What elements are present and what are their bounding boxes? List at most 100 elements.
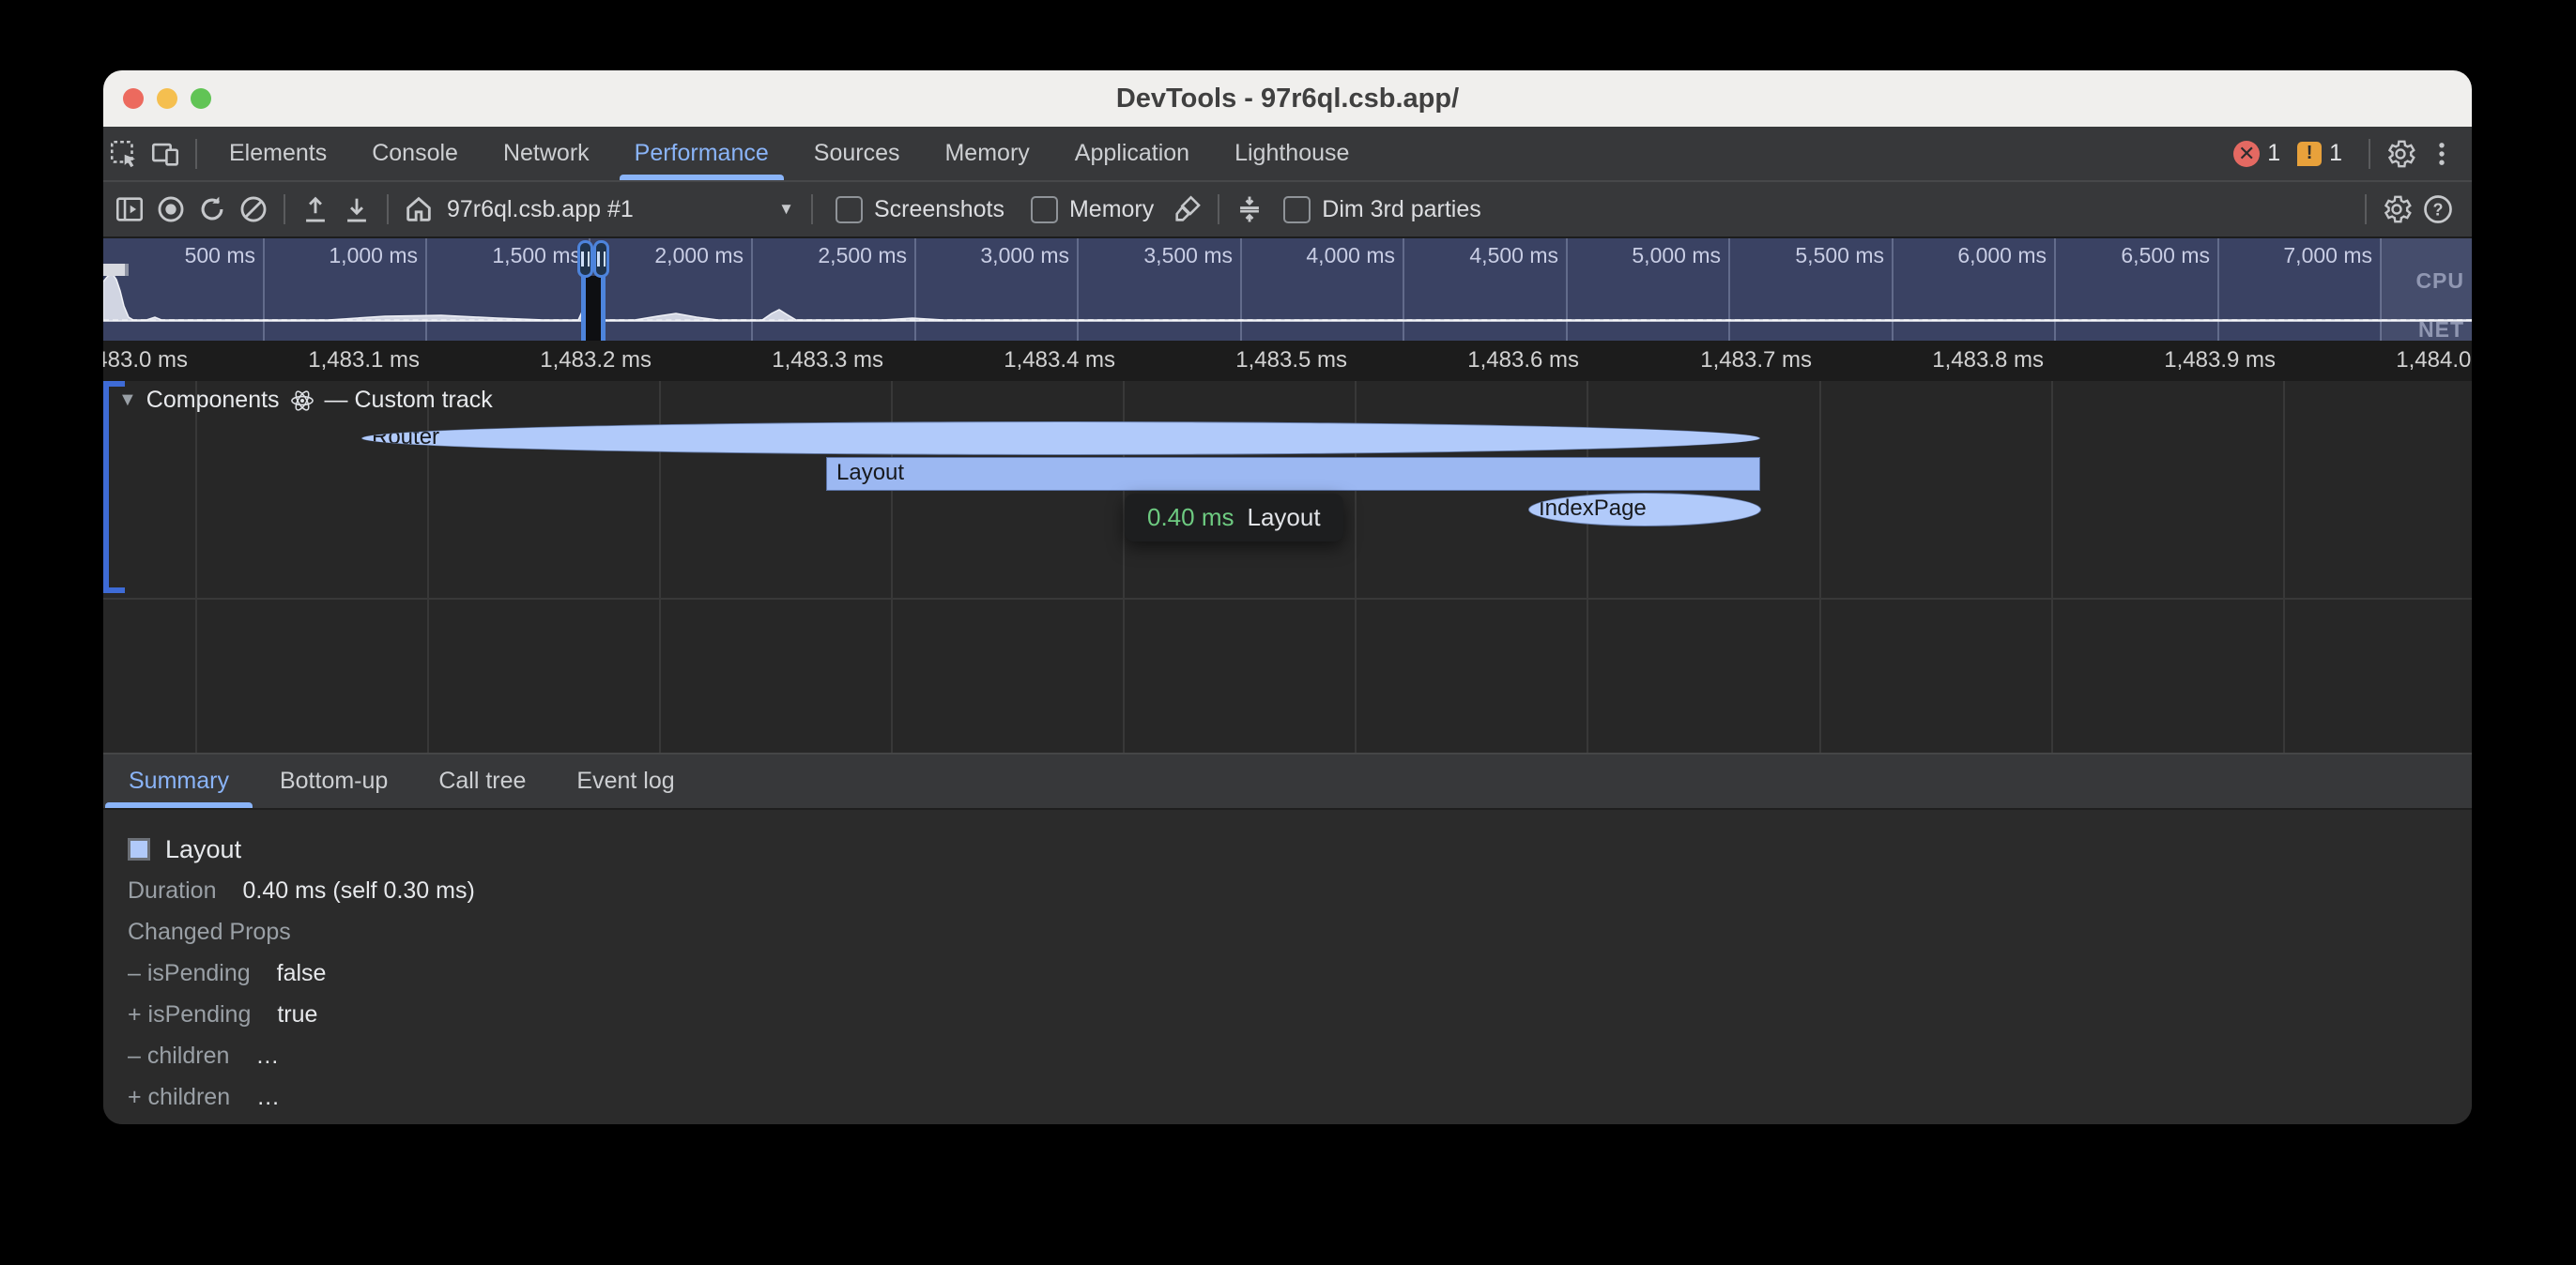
flame-gridline xyxy=(195,381,197,753)
tooltip-duration: 0.40 ms xyxy=(1147,503,1234,532)
ruler-tick-label: 1,483.1 ms xyxy=(308,347,420,373)
divider xyxy=(195,139,197,169)
ruler-tick-label: 1,483.4 ms xyxy=(1004,347,1115,373)
grip xyxy=(604,251,606,267)
kebab-menu-icon[interactable] xyxy=(2421,133,2462,175)
inspect-element-icon[interactable] xyxy=(103,133,145,175)
summary-title-row: Layout xyxy=(128,829,2472,870)
network-divider-line xyxy=(103,319,2472,321)
clear-icon[interactable] xyxy=(233,189,274,230)
summary-row: + isPendingtrue xyxy=(128,994,2472,1035)
divider xyxy=(2369,139,2370,169)
tab-lighthouse[interactable]: Lighthouse xyxy=(1212,127,1372,180)
active-tab-underline xyxy=(105,802,253,808)
divider xyxy=(284,194,285,224)
bracket-cap-bottom xyxy=(103,587,125,593)
download-profile-icon[interactable] xyxy=(336,189,377,230)
selection-stem-left xyxy=(581,276,586,341)
upload-profile-icon[interactable] xyxy=(295,189,336,230)
tab-memory[interactable]: Memory xyxy=(922,127,1051,180)
toggle-sidebar-icon[interactable] xyxy=(109,189,150,230)
tab-performance[interactable]: Performance xyxy=(612,127,791,180)
timeline-overview[interactable]: 500 ms1,000 ms1,500 ms2,000 ms2,500 ms3,… xyxy=(103,238,2472,341)
flame-row-divider xyxy=(103,598,2472,600)
tab-console[interactable]: Console xyxy=(349,127,481,180)
screenshot-thumbnail xyxy=(103,264,129,276)
summary-row: Duration 0.40 ms (self 0.30 ms) xyxy=(128,870,2472,911)
flame-bar-label: Router xyxy=(372,424,439,450)
tab-elements[interactable]: Elements xyxy=(207,127,349,180)
ruler-tick-label: 1,483.5 ms xyxy=(1235,347,1347,373)
net-label: NET xyxy=(2418,317,2464,341)
summary-row: Changed Props xyxy=(128,911,2472,953)
garbage-collect-icon[interactable] xyxy=(1167,189,1208,230)
settings-gear-icon[interactable] xyxy=(2380,133,2421,175)
performance-toolbar: 97r6ql.csb.app #1 ▼ Screenshots Memory xyxy=(103,182,2472,238)
track-header[interactable]: ▼Components— Custom track xyxy=(118,387,493,414)
divider xyxy=(387,194,389,224)
tab-application[interactable]: Application xyxy=(1052,127,1212,180)
summary-row-label: + children xyxy=(128,1084,230,1111)
svg-text:?: ? xyxy=(2433,201,2444,220)
details-tab-event-log[interactable]: Event log xyxy=(551,754,699,808)
summary-row: – children … xyxy=(128,1035,2472,1076)
cpu-activity-chart xyxy=(103,238,2472,341)
flame-chart[interactable]: ▼Components— Custom track Router LayoutInd… xyxy=(103,381,2472,753)
summary-row-label: – children xyxy=(128,1043,229,1070)
flame-gridline xyxy=(2283,381,2285,753)
tab-label: Network xyxy=(503,140,590,167)
details-tab-summary[interactable]: Summary xyxy=(103,754,254,808)
selection-handle-left[interactable] xyxy=(577,240,593,278)
memory-checkbox[interactable]: Memory xyxy=(1031,196,1154,223)
details-tab-call-tree[interactable]: Call tree xyxy=(413,754,551,808)
devtools-window: DevTools - 97r6ql.csb.app/ Elements Conso… xyxy=(103,70,2472,1124)
flame-bar-router[interactable]: Router xyxy=(361,421,1760,455)
summary-row-label: Duration xyxy=(128,877,217,905)
flame-bar-layout[interactable]: Layout xyxy=(826,457,1760,491)
collapse-tracks-icon[interactable] xyxy=(1229,189,1270,230)
summary-row-value: … xyxy=(255,1043,279,1070)
screenshots-checkbox[interactable]: Screenshots xyxy=(836,196,1004,223)
summary-panel: Layout Duration 0.40 ms (self 0.30 ms) Cha… xyxy=(103,810,2472,1124)
tab-label: Application xyxy=(1075,140,1189,167)
history-select[interactable]: 97r6ql.csb.app #1 ▼ xyxy=(447,196,794,223)
selected-track-bracket xyxy=(103,381,109,593)
tab-label: Memory xyxy=(944,140,1029,167)
tab-label: Sources xyxy=(814,140,900,167)
tab-sources[interactable]: Sources xyxy=(791,127,923,180)
record-and-reload-icon[interactable] xyxy=(192,189,233,230)
capture-settings-gear-icon[interactable] xyxy=(2376,189,2417,230)
tab-network[interactable]: Network xyxy=(481,127,612,180)
flame-bar-indexpage[interactable]: IndexPage xyxy=(1528,493,1761,526)
details-tab-bottom-up[interactable]: Bottom-up xyxy=(254,754,413,808)
details-tab-label: Summary xyxy=(129,768,229,795)
grip xyxy=(588,251,590,267)
timeline-ruler: 1,483.0 ms1,483.1 ms1,483.2 ms1,483.3 ms… xyxy=(103,341,2472,381)
event-color-swatch xyxy=(128,838,150,861)
home-icon[interactable] xyxy=(398,189,439,230)
error-badge[interactable]: ✕ 1 xyxy=(2233,140,2280,167)
warning-icon: ! xyxy=(2297,142,2322,166)
checkbox-box xyxy=(836,196,863,223)
help-icon[interactable]: ? xyxy=(2417,189,2459,230)
details-tab-label: Bottom-up xyxy=(280,768,388,795)
macos-titlebar: DevTools - 97r6ql.csb.app/ xyxy=(103,70,2472,127)
details-tab-label: Call tree xyxy=(438,768,526,795)
warning-badge[interactable]: ! 1 xyxy=(2297,140,2342,167)
summary-row-value: false xyxy=(277,960,327,987)
tab-label: Elements xyxy=(229,140,327,167)
selection-handle-right[interactable] xyxy=(593,240,609,278)
record-icon[interactable] xyxy=(150,189,192,230)
tab-label: Lighthouse xyxy=(1234,140,1349,167)
track-name: Components xyxy=(146,387,280,414)
device-toolbar-icon[interactable] xyxy=(145,133,186,175)
summary-row-value: 0.40 ms (self 0.30 ms) xyxy=(243,877,475,905)
ruler-tick-label: 1,483.0 ms xyxy=(103,347,188,373)
ruler-tick-label: 1,483.3 ms xyxy=(772,347,883,373)
ruler-tick-label: 1,483.7 ms xyxy=(1700,347,1812,373)
window-title: DevTools - 97r6ql.csb.app/ xyxy=(103,84,2472,114)
devtools-tabbar: Elements Console Network Performance Sources… xyxy=(103,127,2472,182)
flame-tooltip: 0.40 msLayout xyxy=(1125,494,1343,541)
dim-3rd-parties-checkbox[interactable]: Dim 3rd parties xyxy=(1283,196,1481,223)
tab-label: Performance xyxy=(635,140,769,167)
